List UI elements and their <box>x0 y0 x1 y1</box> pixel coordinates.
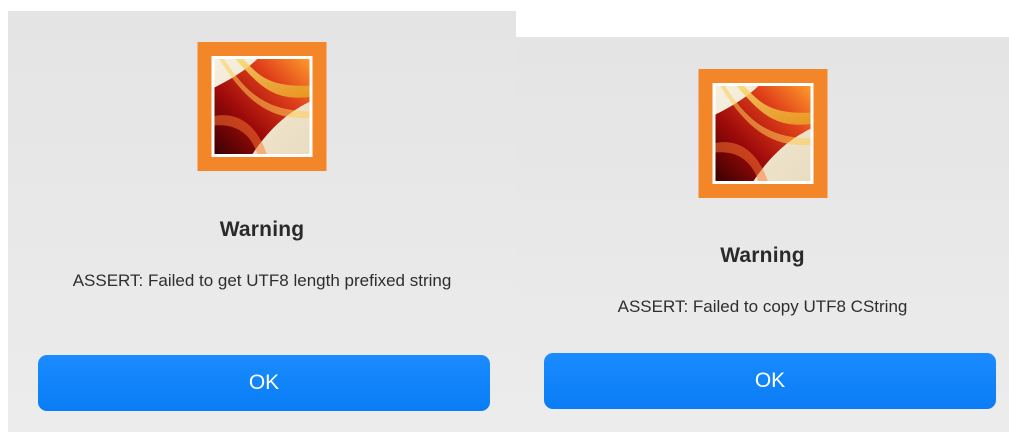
wave-art-icon <box>214 59 310 154</box>
ok-button[interactable]: OK <box>38 355 490 411</box>
dialog-title: Warning <box>219 218 305 241</box>
app-icon <box>197 42 327 171</box>
dialog-message: ASSERT: Failed to get UTF8 length prefix… <box>72 271 452 290</box>
app-icon-artwork <box>712 83 813 184</box>
app-icon-artwork <box>211 56 313 157</box>
dialog-title: Warning <box>720 244 805 267</box>
dialog-message: ASSERT: Failed to copy UTF8 CString <box>617 297 908 316</box>
alert-dialog-1: Warning ASSERT: Failed to get UTF8 lengt… <box>8 11 516 432</box>
ok-button[interactable]: OK <box>544 353 996 409</box>
app-icon <box>698 69 827 198</box>
alert-dialog-2: Warning ASSERT: Failed to copy UTF8 CStr… <box>516 37 1009 432</box>
wave-art-icon <box>715 86 810 181</box>
